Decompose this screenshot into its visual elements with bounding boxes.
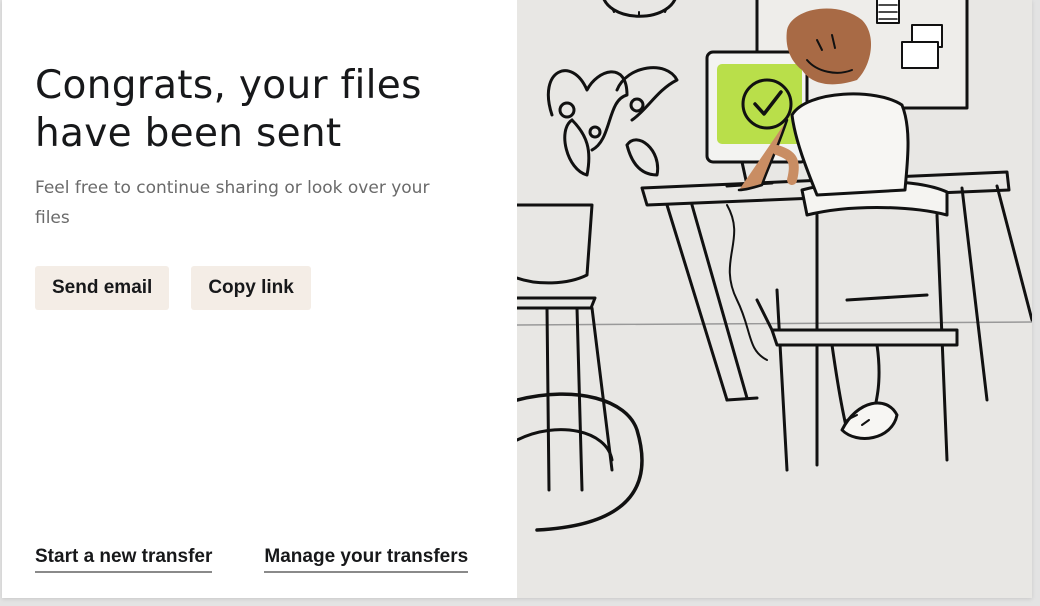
- illustration-panel: [517, 0, 1032, 598]
- share-actions: Send email Copy link: [35, 266, 311, 310]
- transfer-success-card: Congrats, your files have been sent Feel…: [2, 0, 1032, 598]
- copy-link-button[interactable]: Copy link: [191, 266, 311, 310]
- page-title: Congrats, your files have been sent: [35, 63, 422, 156]
- success-message-panel: Congrats, your files have been sent Feel…: [2, 0, 517, 598]
- manage-transfers-link[interactable]: Manage your transfers: [264, 546, 469, 573]
- person-at-desk-illustration: [517, 0, 1032, 532]
- start-new-transfer-link[interactable]: Start a new transfer: [35, 546, 213, 573]
- transfer-links: Start a new transfer Manage your transfe…: [35, 546, 469, 573]
- send-email-button[interactable]: Send email: [35, 266, 170, 310]
- page-subtitle: Feel free to continue sharing or look ov…: [35, 178, 430, 228]
